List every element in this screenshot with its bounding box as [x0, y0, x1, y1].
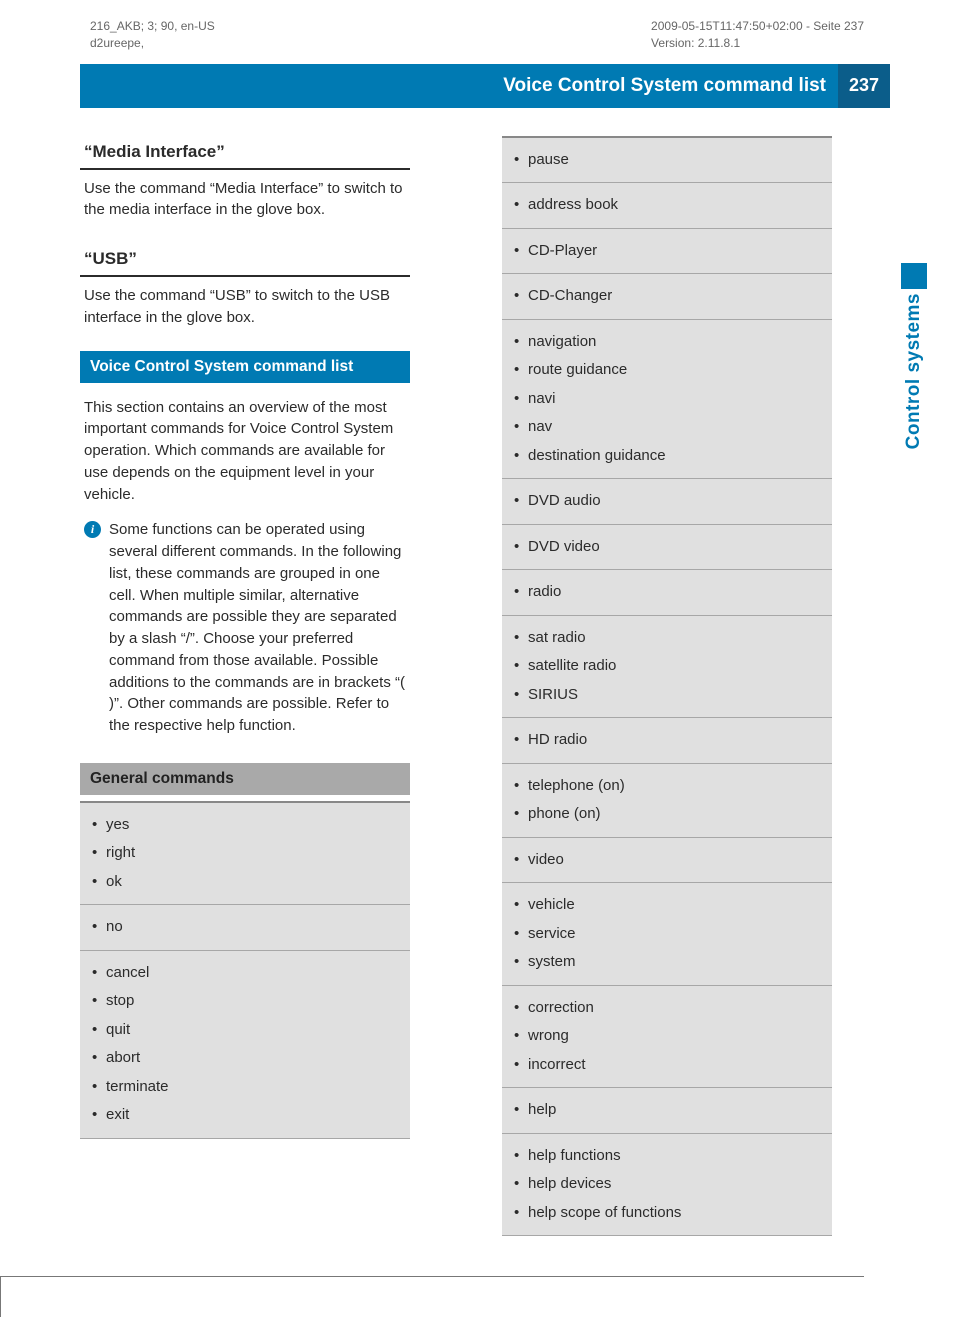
info-note: i Some functions can be operated using s…	[80, 519, 410, 737]
page-title: Voice Control System command list	[80, 64, 838, 108]
para-usb: Use the command “USB” to switch to the U…	[80, 285, 410, 329]
section-bar-general-commands: General commands	[80, 763, 410, 795]
command-item: sat radio	[514, 624, 824, 653]
command-item: no	[92, 913, 402, 942]
command-item: SIRIUS	[514, 681, 824, 710]
heading-media-interface: “Media Interface”	[80, 136, 410, 170]
meta-left: 216_AKB; 3; 90, en-US d2ureepe,	[90, 18, 215, 52]
command-item: right	[92, 839, 402, 868]
command-item: terminate	[92, 1073, 402, 1102]
side-tab-block	[901, 263, 927, 289]
command-item: route guidance	[514, 356, 824, 385]
meta-left-line1: 216_AKB; 3; 90, en-US	[90, 18, 215, 35]
column-left: “Media Interface” Use the command “Media…	[80, 136, 410, 1237]
command-item: video	[514, 846, 824, 875]
meta-right: 2009-05-15T11:47:50+02:00 - Seite 237 Ve…	[651, 18, 864, 52]
command-item: nav	[514, 413, 824, 442]
column-right: pauseaddress bookCD-PlayerCD-Changernavi…	[502, 136, 832, 1237]
command-table-left: yesrightok no cancelstopquitabortterminate…	[80, 801, 410, 1139]
meta-left-line2: d2ureepe,	[90, 35, 215, 52]
command-item: quit	[92, 1016, 402, 1045]
meta-header: 216_AKB; 3; 90, en-US d2ureepe, 2009-05-…	[0, 0, 954, 56]
command-item: help devices	[514, 1170, 824, 1199]
meta-right-line1: 2009-05-15T11:47:50+02:00 - Seite 237	[651, 18, 864, 35]
side-tab-label: Control systems	[903, 293, 925, 449]
command-item: address book	[514, 191, 824, 220]
command-item: ok	[92, 868, 402, 897]
command-item: phone (on)	[514, 800, 824, 829]
command-item: wrong	[514, 1022, 824, 1051]
command-item: help	[514, 1096, 824, 1125]
command-item: HD radio	[514, 726, 824, 755]
page-header-band: Voice Control System command list 237	[0, 64, 954, 108]
command-item: CD-Changer	[514, 282, 824, 311]
command-item: yes	[92, 811, 402, 840]
command-item: correction	[514, 994, 824, 1023]
command-item: navi	[514, 385, 824, 414]
command-item: DVD video	[514, 533, 824, 562]
para-media-interface: Use the command “Media Interface” to swi…	[80, 178, 410, 222]
command-item: incorrect	[514, 1051, 824, 1080]
command-item: satellite radio	[514, 652, 824, 681]
info-note-text: Some functions can be operated using sev…	[109, 519, 406, 737]
page-number: 237	[838, 64, 890, 108]
command-item: help functions	[514, 1142, 824, 1171]
heading-usb: “USB”	[80, 243, 410, 277]
footer-rule	[0, 1276, 864, 1316]
command-item: CD-Player	[514, 237, 824, 266]
para-intro: This section contains an overview of the…	[80, 397, 410, 506]
command-item: cancel	[92, 959, 402, 988]
command-item: radio	[514, 578, 824, 607]
side-tab: Control systems	[892, 263, 936, 449]
command-item: pause	[514, 146, 824, 175]
command-item: exit	[92, 1101, 402, 1130]
command-item: stop	[92, 987, 402, 1016]
command-item: navigation	[514, 328, 824, 357]
command-table-right: pauseaddress bookCD-PlayerCD-Changernavi…	[502, 136, 832, 1237]
command-item: system	[514, 948, 824, 977]
section-bar-command-list: Voice Control System command list	[80, 351, 410, 383]
command-item: help scope of functions	[514, 1199, 824, 1228]
info-icon: i	[84, 521, 101, 538]
command-item: telephone (on)	[514, 772, 824, 801]
command-item: service	[514, 920, 824, 949]
command-item: vehicle	[514, 891, 824, 920]
command-item: DVD audio	[514, 487, 824, 516]
command-item: abort	[92, 1044, 402, 1073]
meta-right-line2: Version: 2.11.8.1	[651, 35, 864, 52]
command-item: destination guidance	[514, 442, 824, 471]
